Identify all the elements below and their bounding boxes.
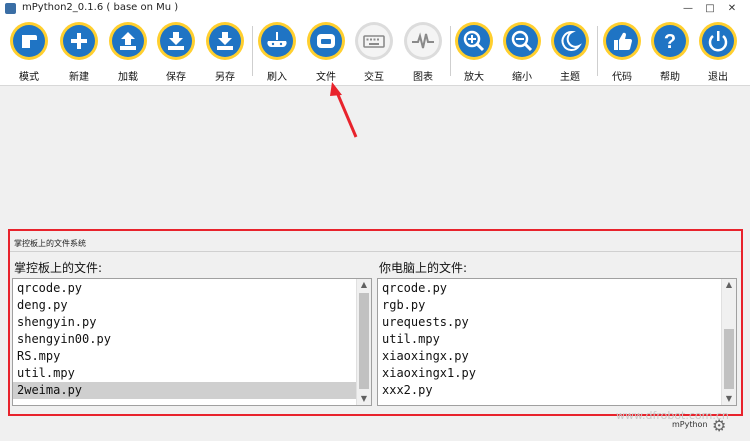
scroll-up-icon[interactable]: ▲ xyxy=(722,279,736,291)
load-button[interactable]: 加载 xyxy=(107,22,153,85)
svg-text:?: ? xyxy=(664,31,676,53)
help-button[interactable]: ? 帮助 xyxy=(649,22,695,85)
mode-label: 模式 xyxy=(19,72,39,83)
new-label: 新建 xyxy=(69,72,89,83)
list-item[interactable]: shengyin00.py xyxy=(13,331,358,348)
flash-label: 刷入 xyxy=(267,72,287,83)
repl-label: 交互 xyxy=(364,72,384,83)
board-file-list[interactable]: qrcode.py deng.py shengyin.py shengyin00… xyxy=(12,278,372,406)
plotter-button[interactable]: 图表 xyxy=(402,22,448,85)
files-label: 文件 xyxy=(316,72,336,83)
help-label: 帮助 xyxy=(660,72,680,83)
list-item[interactable]: xxx2.py xyxy=(378,382,723,399)
download-icon xyxy=(160,25,192,57)
list-item[interactable]: util.mpy xyxy=(13,365,358,382)
quit-button[interactable]: 退出 xyxy=(697,22,743,85)
pulse-chart-icon xyxy=(407,25,439,57)
toolbar: 模式 新建 加载 保存 另存 刷入 文件 交互 图表 放大 缩小 主题 代码 ?… xyxy=(0,18,750,86)
save-button[interactable]: 保存 xyxy=(155,22,201,85)
maximize-button[interactable]: □ xyxy=(699,1,721,16)
new-button[interactable]: 新建 xyxy=(58,22,104,85)
zoom-out-label: 缩小 xyxy=(512,72,532,83)
flash-board-icon xyxy=(261,25,293,57)
power-icon xyxy=(702,25,734,57)
list-item[interactable]: qrcode.py xyxy=(378,280,723,297)
list-item[interactable]: RS.mpy xyxy=(13,348,358,365)
close-button[interactable]: ✕ xyxy=(721,1,743,16)
download-icon xyxy=(209,25,241,57)
list-item[interactable]: deng.py xyxy=(13,297,358,314)
list-item[interactable]: util.mpy xyxy=(378,331,723,348)
help-icon: ? xyxy=(654,25,686,57)
code-label: 代码 xyxy=(612,72,632,83)
toolbar-separator xyxy=(252,26,253,76)
flash-button[interactable]: 刷入 xyxy=(256,22,302,85)
zoom-out-button[interactable]: 缩小 xyxy=(501,22,547,85)
scrollbar[interactable]: ▲ ▼ xyxy=(356,279,371,405)
list-item-selected[interactable]: 2weima.py xyxy=(13,382,358,399)
list-item[interactable]: xiaoxingx.py xyxy=(378,348,723,365)
zoom-in-label: 放大 xyxy=(464,72,484,83)
plus-icon xyxy=(63,25,95,57)
plotter-label: 图表 xyxy=(413,72,433,83)
app-icon xyxy=(5,3,16,14)
load-label: 加载 xyxy=(118,72,138,83)
list-item[interactable]: qrcode.py xyxy=(13,280,358,297)
mode-icon xyxy=(13,25,45,57)
list-item[interactable]: rgb.py xyxy=(378,297,723,314)
zoom-out-icon xyxy=(506,25,538,57)
save-as-label: 另存 xyxy=(215,72,235,83)
quit-label: 退出 xyxy=(708,72,728,83)
divider xyxy=(10,251,741,252)
scroll-thumb[interactable] xyxy=(724,329,734,389)
zoom-in-button[interactable]: 放大 xyxy=(453,22,499,85)
computer-file-list[interactable]: qrcode.py rgb.py urequests.py util.mpy x… xyxy=(377,278,737,406)
gear-icon[interactable]: ⚙ xyxy=(712,416,726,435)
list-item[interactable]: xiaoxingx1.py xyxy=(378,365,723,382)
panel-title: 掌控板上的文件系统 xyxy=(14,239,86,248)
scrollbar[interactable]: ▲ ▼ xyxy=(721,279,736,405)
toolbar-separator xyxy=(450,26,451,76)
files-button[interactable]: 文件 xyxy=(305,22,351,85)
theme-label: 主题 xyxy=(560,72,580,83)
save-label: 保存 xyxy=(166,72,186,83)
list-item[interactable]: shengyin.py xyxy=(13,314,358,331)
files-icon xyxy=(310,25,342,57)
title-bar: mPython2_0.1.6 ( base on Mu ) — □ ✕ xyxy=(0,0,750,19)
scroll-up-icon[interactable]: ▲ xyxy=(357,279,371,291)
save-as-button[interactable]: 另存 xyxy=(204,22,250,85)
window-title: mPython2_0.1.6 ( base on Mu ) xyxy=(22,2,179,13)
moon-icon xyxy=(554,25,586,57)
minimize-button[interactable]: — xyxy=(677,1,699,16)
thumbs-up-icon xyxy=(606,25,638,57)
zoom-in-icon xyxy=(458,25,490,57)
toolbar-separator xyxy=(597,26,598,76)
scroll-down-icon[interactable]: ▼ xyxy=(722,393,736,405)
scroll-thumb[interactable] xyxy=(359,293,369,389)
scroll-down-icon[interactable]: ▼ xyxy=(357,393,371,405)
theme-button[interactable]: 主题 xyxy=(549,22,595,85)
repl-button[interactable]: 交互 xyxy=(353,22,399,85)
upload-icon xyxy=(112,25,144,57)
computer-files-heading: 你电脑上的文件: xyxy=(379,261,468,275)
list-item[interactable]: urequests.py xyxy=(378,314,723,331)
code-button[interactable]: 代码 xyxy=(601,22,647,85)
keyboard-icon xyxy=(358,25,390,57)
mode-button[interactable]: 模式 xyxy=(8,22,54,85)
files-panel: 掌控板上的文件系统 掌控板上的文件: qrcode.py deng.py she… xyxy=(8,229,743,416)
board-files-heading: 掌控板上的文件: xyxy=(14,261,103,275)
mpython-logo: mPython xyxy=(672,420,708,429)
